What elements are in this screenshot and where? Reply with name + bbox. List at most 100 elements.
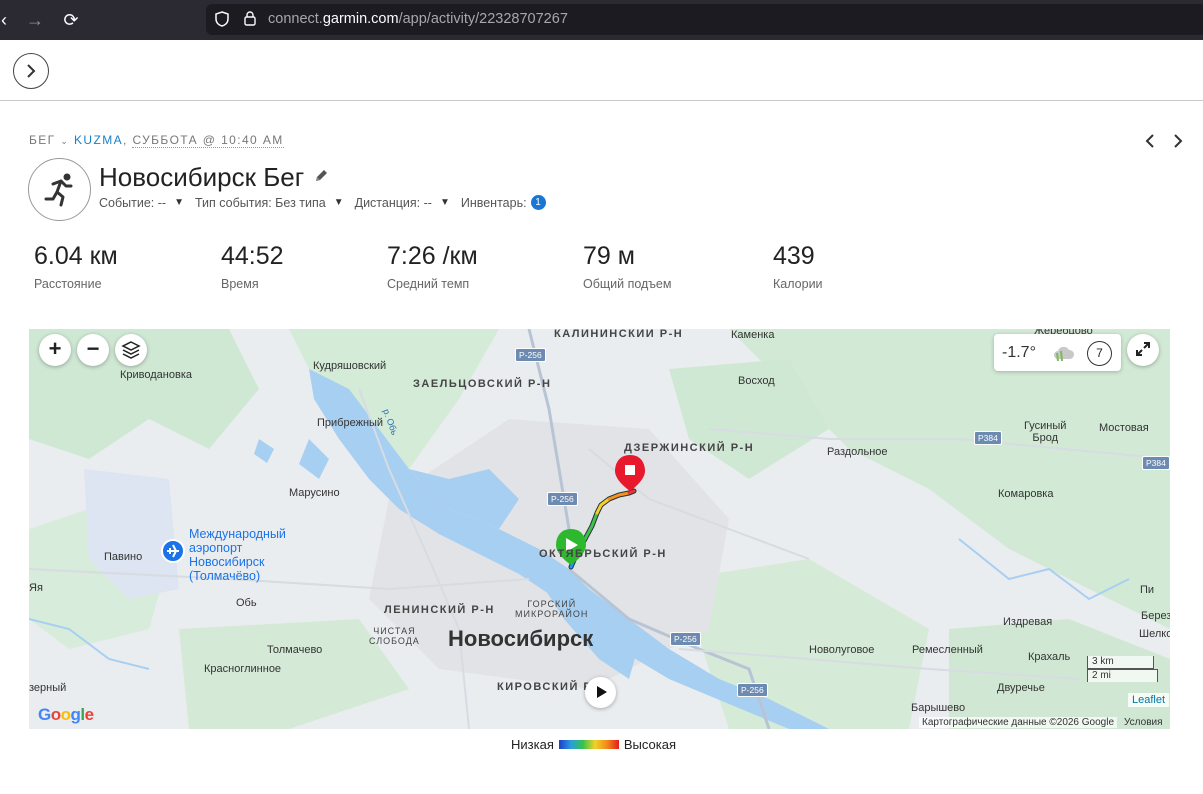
shield-icon[interactable]: [214, 11, 230, 27]
map-label: Марусино: [289, 487, 340, 499]
browser-toolbar: ‹ → ⟳ connect.garmin.com/app/activity/22…: [0, 0, 1203, 40]
stat-label: Общий подъем: [583, 277, 672, 291]
map-label: КАЛИНИНСКИЙ Р-Н: [554, 329, 684, 340]
stat-distance: 6.04 км Расстояние: [34, 242, 118, 291]
map-label: Красноглинное: [204, 663, 282, 675]
map-label: Пи: [1140, 584, 1155, 596]
edit-pencil-icon[interactable]: [313, 168, 329, 184]
chevron-right-icon: [27, 64, 36, 78]
lock-icon[interactable]: [242, 11, 258, 27]
map-label: Толмачево: [267, 644, 323, 656]
stat-label: Расстояние: [34, 277, 102, 291]
scale-mi: 2 mi: [1087, 669, 1158, 682]
dropdown-arrow-icon: ▼: [333, 197, 344, 208]
expand-sidebar-button[interactable]: [13, 53, 49, 89]
map-label: ОКТЯБРЬСКИЙ Р-Н: [539, 548, 667, 560]
map-scale: 3 km 2 mi: [1087, 656, 1158, 682]
zoom-in-button[interactable]: +: [39, 334, 71, 366]
fullscreen-button[interactable]: [1127, 334, 1159, 366]
play-icon: [597, 686, 607, 698]
reload-icon[interactable]: ⟳: [59, 8, 83, 32]
url-text[interactable]: connect.garmin.com/app/activity/22328707…: [268, 11, 568, 27]
gear-link[interactable]: Инвентарь: 1: [461, 195, 546, 210]
legend-high-label: Высокая: [623, 737, 676, 752]
map-attribution: Картографические данные ©2026 Google: [919, 717, 1118, 728]
map-label: Раздольное: [827, 446, 888, 458]
address-bar[interactable]: connect.garmin.com/app/activity/22328707…: [206, 4, 1203, 35]
map-label: ГОРСКИЙ МИКРОРАЙОН: [515, 599, 589, 619]
activity-meta: Событие: -- ▼ Тип события: Без типа ▼ Дист…: [99, 195, 557, 210]
layers-icon: [121, 341, 141, 359]
map-label: Прибрежный: [317, 417, 384, 429]
weather-temperature: -1.7°: [1002, 344, 1036, 361]
zoom-out-button[interactable]: −: [77, 334, 109, 366]
forward-icon[interactable]: →: [23, 8, 47, 32]
gear-count-badge[interactable]: 1: [530, 195, 546, 210]
stat-elevation-gain: 79 м Общий подъем: [583, 242, 671, 291]
stat-avg-pace: 7:26 /км Средний темп: [387, 242, 478, 291]
back-icon[interactable]: ‹: [0, 8, 16, 32]
next-activity-icon[interactable]: [1170, 132, 1186, 150]
road-sign: Р-256: [670, 632, 701, 646]
stat-label: Время: [221, 277, 259, 291]
google-logo: Google: [38, 705, 94, 724]
stat-calories: 439 Калории: [773, 242, 823, 291]
weather-widget[interactable]: -1.7° 7: [994, 334, 1121, 371]
map-label: Криводановка: [120, 369, 193, 381]
stat-label: Калории: [773, 277, 823, 291]
map-label: Издревая: [1003, 616, 1053, 628]
activity-type-label[interactable]: БЕГ: [29, 133, 56, 147]
map-label: Каменка: [731, 329, 775, 341]
map-label: ЧИСТАЯ СЛОБОДА: [369, 626, 420, 646]
wind-speed: 7: [1087, 341, 1112, 366]
dropdown-arrow-icon: ▼: [439, 197, 450, 208]
stat-time: 44:52 Время: [221, 242, 284, 291]
layers-button[interactable]: [115, 334, 147, 366]
activity-title: Новосибирск Бег: [99, 162, 305, 192]
map-label: Павино: [104, 551, 143, 563]
airport-icon[interactable]: [161, 539, 185, 563]
map-label: Гусиный Брод: [1024, 420, 1067, 444]
scale-km: 3 km: [1087, 656, 1154, 669]
stat-value: 6.04 км: [34, 242, 118, 270]
map-label: Ремесленный: [912, 644, 983, 656]
leaflet-link[interactable]: Leaflet: [1128, 693, 1170, 707]
map-label: Шелков: [1139, 628, 1170, 640]
play-route-button[interactable]: [585, 677, 616, 708]
pace-legend: Низкая Высокая: [511, 737, 676, 752]
dropdown-arrow-icon: ▼: [174, 197, 184, 208]
terms-link[interactable]: Условия: [1124, 717, 1163, 728]
road-sign: Р-256: [547, 492, 578, 506]
map-label: Обь: [236, 597, 257, 609]
activity-map[interactable]: КАЛИНИНСКИЙ Р-Н Каменка Жеребцово Кривод…: [29, 329, 1170, 729]
map-label: Двуречье: [997, 682, 1045, 694]
user-link[interactable]: KUZMA: [74, 133, 123, 147]
chevron-down-icon[interactable]: ⌄: [60, 136, 69, 146]
map-label: Яя: [29, 582, 43, 594]
stat-label: Средний темп: [387, 277, 470, 291]
road-sign: Р-256: [737, 683, 768, 697]
legend-low-label: Низкая: [511, 737, 554, 752]
event-dropdown[interactable]: Событие: -- ▼: [99, 195, 184, 210]
running-activity-icon: [28, 158, 91, 221]
weather-cloud-icon: [1054, 346, 1075, 362]
road-sign: Р384: [974, 431, 1002, 445]
road-sign: Р-256: [515, 348, 546, 362]
map-label: Комаровка: [998, 488, 1054, 500]
map-label: ЛЕНИНСКИЙ Р-Н: [384, 604, 495, 616]
event-type-dropdown[interactable]: Тип события: Без типа ▼: [195, 195, 344, 210]
activity-date: СУББОТА @ 10:40 AM: [132, 133, 284, 148]
stat-value: 79 м: [583, 242, 635, 270]
map-label: Международный аэропорт Новосибирск (Толм…: [189, 527, 286, 583]
map-label: Крахаль: [1028, 651, 1071, 663]
map-label: Мостовая: [1099, 422, 1149, 434]
map-label: Барышево: [911, 702, 966, 714]
stat-value: 44:52: [221, 242, 284, 270]
stat-value: 7:26 /км: [387, 242, 478, 270]
distance-dropdown[interactable]: Дистанция: -- ▼: [355, 195, 450, 210]
map-label: Берез: [1141, 610, 1170, 622]
previous-activity-icon[interactable]: [1142, 132, 1158, 150]
map-label: ДЗЕРЖИНСКИЙ Р-Н: [624, 442, 755, 454]
road-sign: Р384: [1142, 456, 1170, 470]
breadcrumb: БЕГ ⌄ KUZMA, СУББОТА @ 10:40 AM: [29, 133, 284, 148]
